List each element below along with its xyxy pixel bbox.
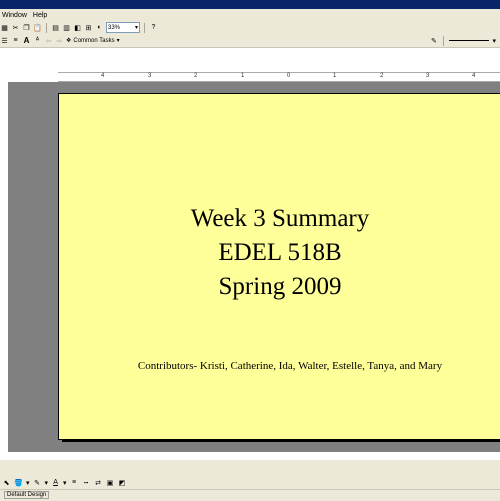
menu-bar: Window Help xyxy=(0,9,500,21)
slide-title-placeholder[interactable]: Week 3 Summary EDEL 518B Spring 2009 xyxy=(59,202,500,304)
line-style-icon[interactable]: ≡ xyxy=(70,478,79,487)
bullets-icon[interactable]: ≡ xyxy=(11,36,20,45)
common-tasks-menu[interactable]: ❖ Common Tasks ▾ xyxy=(66,37,120,45)
chevron-down-icon[interactable]: ▾ xyxy=(63,479,67,487)
line-style-sample[interactable] xyxy=(449,40,490,41)
insert-table-icon[interactable]: ▤ xyxy=(51,23,60,32)
insert-clipart-icon[interactable]: ◧ xyxy=(73,23,82,32)
toolbar-separator xyxy=(46,22,47,33)
chevron-down-icon[interactable]: ▾ xyxy=(492,37,496,45)
font-color-icon[interactable]: A xyxy=(51,478,60,487)
ruler-label: 1 xyxy=(333,73,337,79)
slide-title-line: Spring 2009 xyxy=(218,273,342,300)
increase-font-icon[interactable]: A xyxy=(22,36,31,45)
demote-icon[interactable]: ⇨ xyxy=(55,36,64,45)
standard-toolbar: ▦ ✂ ❐ 📋 ▤ ▥ ◧ ⊞ ◐ 33% ▾ ? xyxy=(0,21,500,34)
horizontal-ruler: 4 3 2 1 0 1 2 3 4 xyxy=(58,72,500,82)
toolbar-separator xyxy=(443,35,445,46)
menu-help[interactable]: Help xyxy=(31,12,51,19)
numbering-icon[interactable]: ☰ xyxy=(0,36,9,45)
line-style-tools: ✎ ▾ xyxy=(429,34,496,47)
ruler-label: 4 xyxy=(101,73,105,79)
ruler-label: 0 xyxy=(287,73,291,79)
toolbar-separator xyxy=(144,22,145,33)
chevron-down-icon[interactable]: ▾ xyxy=(45,479,49,487)
shadow-icon[interactable]: ▣ xyxy=(106,478,115,487)
chevron-down-icon: ▾ xyxy=(134,25,138,31)
slide-canvas[interactable]: Week 3 Summary EDEL 518B Spring 2009 Con… xyxy=(58,93,500,440)
menu-window[interactable]: Window xyxy=(0,12,31,19)
pen-icon[interactable]: ✎ xyxy=(429,36,438,45)
select-arrow-icon[interactable]: ⬉ xyxy=(2,478,11,487)
paste-icon[interactable]: 📋 xyxy=(33,23,42,32)
zoom-value: 33% xyxy=(108,24,121,31)
zoom-dropdown[interactable]: 33% ▾ xyxy=(106,22,140,33)
help-icon[interactable]: ? xyxy=(149,23,158,32)
new-slide-icon[interactable]: ▦ xyxy=(0,23,9,32)
formatting-toolbar: ☰ ≡ A ᴬ ⇦ ⇨ ❖ Common Tasks ▾ ✎ ▾ xyxy=(0,34,500,48)
ruler-label: 2 xyxy=(380,73,384,79)
ruler-label: 4 xyxy=(472,73,476,79)
ruler-label: 2 xyxy=(194,73,198,79)
vertical-ruler xyxy=(0,82,8,452)
chevron-down-icon: ▾ xyxy=(116,38,120,44)
line-color-icon[interactable]: ✎ xyxy=(33,478,42,487)
copy-icon[interactable]: ❐ xyxy=(22,23,31,32)
slide-title-line: Week 3 Summary xyxy=(190,205,370,232)
common-tasks-label: Common Tasks xyxy=(73,37,115,44)
notes-area xyxy=(0,460,500,476)
ruler-label: 1 xyxy=(241,73,245,79)
3d-icon[interactable]: ◩ xyxy=(118,478,127,487)
promote-icon[interactable]: ⇦ xyxy=(44,36,53,45)
slide-contributors-text[interactable]: Contributors- Kristi, Catherine, Ida, Wa… xyxy=(59,360,500,372)
fill-color-icon[interactable]: 🪣 xyxy=(14,478,23,487)
chevron-down-icon[interactable]: ▾ xyxy=(26,479,30,487)
status-bar: Default Design xyxy=(0,489,500,501)
ruler-label: 3 xyxy=(148,73,152,79)
design-name: Default Design xyxy=(4,491,50,499)
window-titlebar xyxy=(0,0,500,9)
drawing-toolbar: ⬉ 🪣 ▾ ✎ ▾ A ▾ ≡ ┅ ⇄ ▣ ◩ xyxy=(0,476,500,489)
slide-title-line: EDEL 518B xyxy=(218,239,342,266)
dash-style-icon[interactable]: ┅ xyxy=(82,478,91,487)
insert-chart-icon[interactable]: ▥ xyxy=(62,23,71,32)
ruler-label: 3 xyxy=(426,73,430,79)
grayscale-icon[interactable]: ◐ xyxy=(95,23,104,32)
decrease-font-icon[interactable]: ᴬ xyxy=(33,36,42,45)
cut-icon[interactable]: ✂ xyxy=(11,23,20,32)
tasks-icon: ❖ xyxy=(66,38,72,44)
expand-icon[interactable]: ⊞ xyxy=(84,23,93,32)
arrow-style-icon[interactable]: ⇄ xyxy=(94,478,103,487)
